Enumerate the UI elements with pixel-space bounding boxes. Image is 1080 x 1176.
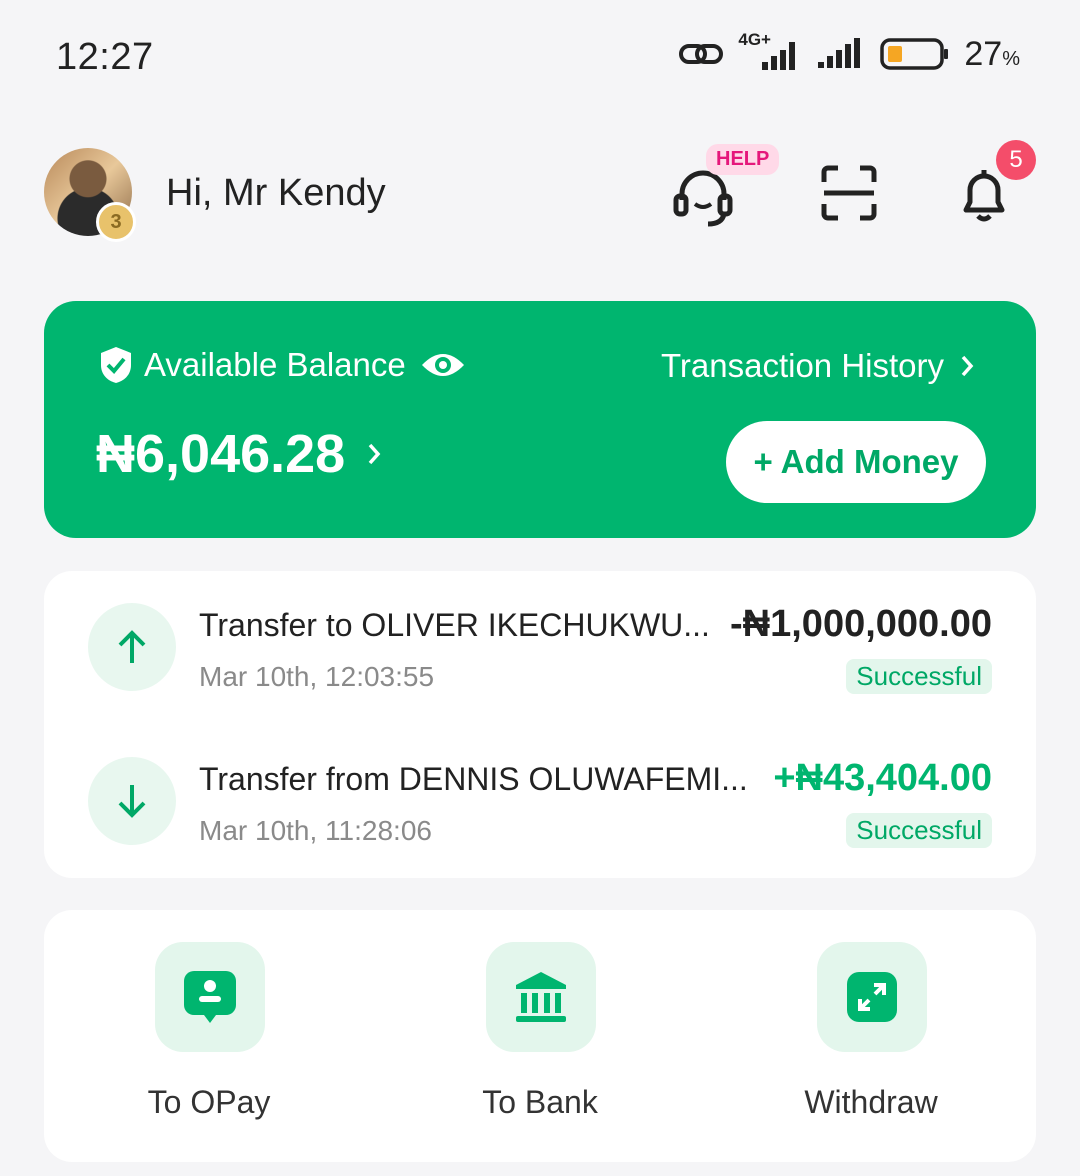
link-icon	[679, 44, 724, 64]
action-label: To Bank	[482, 1084, 598, 1120]
action-label: Withdraw	[804, 1084, 938, 1120]
status-icons: 4G+ 27%	[678, 30, 1020, 74]
greeting: Hi, Mr Kendy	[166, 172, 386, 214]
balance-label: Available Balance	[144, 346, 406, 383]
transaction-date: Mar 10th, 12:03:55	[199, 661, 435, 692]
transaction-amount: -₦1,000,000.00	[730, 603, 992, 645]
to-opay-button[interactable]: To OPay	[99, 942, 319, 1132]
balance-amount: ₦6,046.28	[96, 424, 346, 484]
transaction-history-link[interactable]: Transaction History	[661, 347, 974, 385]
transaction-title: Transfer to OLIVER IKECHUKWU...	[199, 607, 710, 643]
incoming-arrow-icon	[88, 757, 176, 845]
transaction-row[interactable]: Transfer to OLIVER IKECHUKWU... Mar 10th…	[44, 603, 1036, 713]
transaction-row[interactable]: Transfer from DENNIS OLUWAFEMI... Mar 10…	[44, 757, 1036, 867]
action-label: To OPay	[147, 1084, 271, 1120]
level-badge: 3	[96, 202, 136, 242]
quick-actions: To OPay To Bank Withdraw	[44, 910, 1036, 1162]
help-tag[interactable]: HELP	[706, 144, 780, 175]
battery-percent: 27	[964, 34, 1003, 73]
chevron-right-icon	[961, 355, 974, 377]
withdraw-icon	[817, 942, 927, 1052]
transaction-date: Mar 10th, 11:28:06	[199, 815, 432, 846]
transaction-title: Transfer from DENNIS OLUWAFEMI...	[199, 761, 748, 797]
transaction-amount: +₦43,404.00	[773, 757, 992, 799]
recent-transactions: Transfer to OLIVER IKECHUKWU... Mar 10th…	[44, 571, 1036, 878]
transaction-history-label: Transaction History	[660, 347, 944, 384]
signal-icon-2	[818, 38, 861, 68]
battery-level: 27%	[964, 35, 1020, 74]
status-badge: Successful	[846, 813, 992, 848]
opay-user-icon	[155, 942, 265, 1052]
status-badge: Successful	[846, 659, 992, 694]
notification-badge: 5	[996, 140, 1036, 180]
status-bar: 12:27 4G+ 27%	[0, 0, 1080, 120]
chevron-right-icon	[368, 443, 381, 465]
shield-check-icon	[101, 347, 131, 383]
balance-label-row: Available Balance	[98, 345, 466, 385]
status-time: 12:27	[56, 36, 154, 78]
add-money-button[interactable]: + Add Money	[726, 421, 986, 503]
header: 3 Hi, Mr Kendy HELP 5	[0, 140, 1080, 250]
battery-icon	[880, 38, 949, 70]
scan-icon[interactable]	[820, 164, 878, 222]
eye-icon[interactable]	[420, 349, 466, 381]
to-bank-button[interactable]: To Bank	[430, 942, 650, 1132]
withdraw-button[interactable]: Withdraw	[761, 942, 981, 1132]
network-indicator: 4G+	[738, 30, 802, 74]
bank-icon	[486, 942, 596, 1052]
battery-unit: %	[1002, 47, 1020, 70]
balance-card: Available Balance Transaction History ₦6…	[44, 301, 1036, 538]
signal-icon-1	[762, 42, 796, 70]
balance-amount-row[interactable]: ₦6,046.28	[96, 423, 381, 485]
outgoing-arrow-icon	[88, 603, 176, 691]
